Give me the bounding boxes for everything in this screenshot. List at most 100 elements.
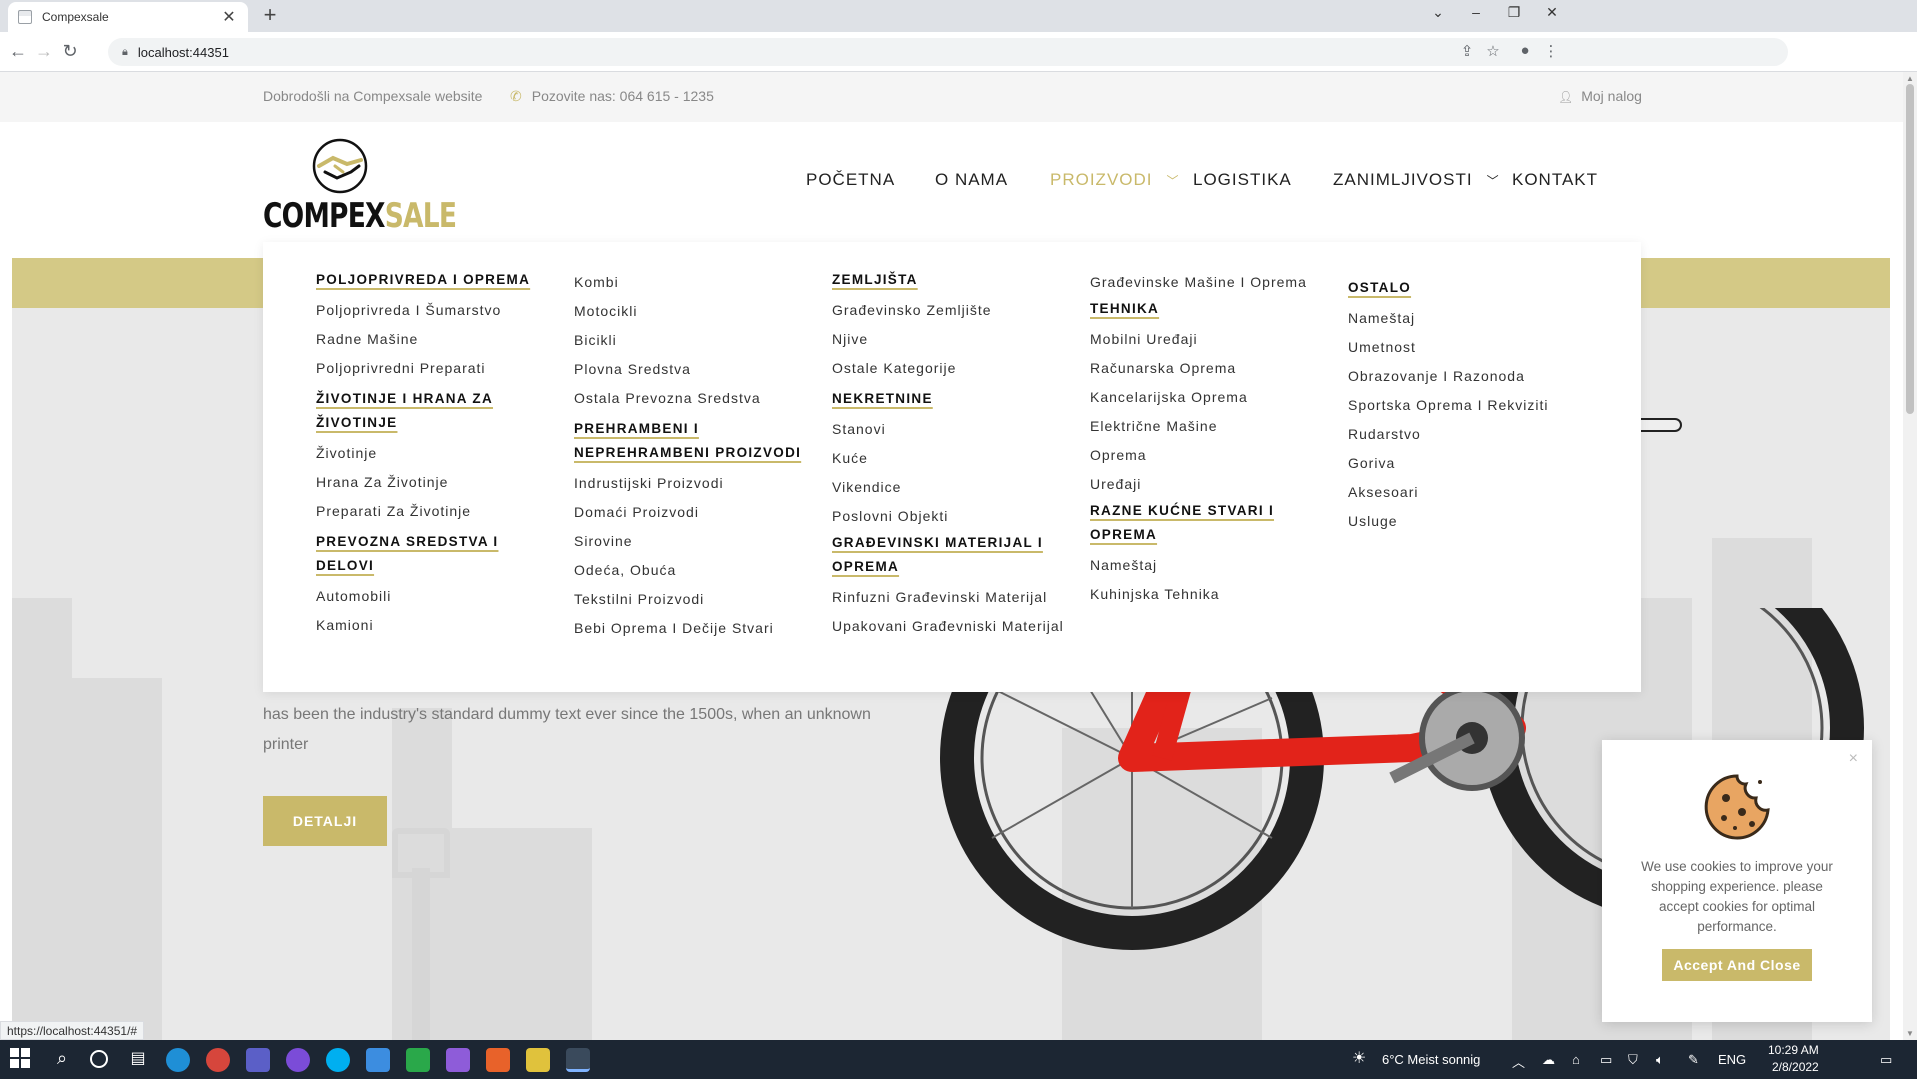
mega-link[interactable]: Obrazovanje I Razonoda — [1348, 362, 1588, 391]
tab-search-icon[interactable]: ⌄ — [1418, 4, 1458, 21]
mega-link[interactable]: Oprema — [1090, 441, 1330, 470]
mega-link[interactable]: Bebi Oprema I Dečije Stvari — [574, 614, 814, 643]
mega-link[interactable]: Preparati Za Životinje — [316, 497, 556, 526]
nav-o-nama[interactable]: O NAMA — [935, 170, 1008, 190]
task-view-icon[interactable]: ▤ — [126, 1048, 150, 1072]
sticky-notes-icon[interactable] — [526, 1048, 550, 1072]
windows-start-icon[interactable] — [10, 1048, 34, 1072]
remote-desktop-icon[interactable] — [406, 1048, 430, 1072]
mega-link[interactable]: Poslovni Objekti — [832, 502, 1072, 531]
scroll-down-icon[interactable]: ▼ — [1906, 1029, 1914, 1038]
mega-link[interactable]: Rudarstvo — [1348, 420, 1588, 449]
mega-link[interactable]: Uređaji — [1090, 470, 1330, 499]
mega-link[interactable]: Kancelarijska Oprema — [1090, 383, 1330, 412]
mega-link[interactable]: Mobilni Uređaji — [1090, 325, 1330, 354]
pen-icon[interactable]: ✎ — [1688, 1052, 1699, 1068]
mega-heading[interactable]: PREVOZNA SREDSTVA I DELOVI — [316, 530, 556, 578]
mega-link[interactable]: Plovna Sredstva — [574, 355, 814, 384]
search-icon[interactable]: ⌕ — [50, 1048, 74, 1072]
forward-arrow-icon[interactable]: → — [32, 40, 56, 62]
mega-link[interactable]: Automobili — [316, 582, 556, 611]
visual-studio-icon[interactable] — [446, 1048, 470, 1072]
notifications-icon[interactable]: ▭ — [1880, 1052, 1892, 1068]
mega-heading[interactable]: NEKRETNINE — [832, 387, 1072, 411]
account-link[interactable]: 👤︎ Moj nalog — [1558, 88, 1642, 104]
battery-icon[interactable]: ▭ — [1600, 1052, 1612, 1068]
cortana-icon[interactable] — [88, 1048, 112, 1072]
url-field[interactable]: 🔒︎ localhost:44351 — [108, 38, 1788, 66]
back-arrow-icon[interactable]: ← — [6, 40, 30, 62]
mega-heading[interactable]: ZEMLJIŠTA — [832, 268, 1072, 292]
profile-avatar-icon[interactable]: ● — [1514, 42, 1536, 59]
mega-link[interactable]: Bicikli — [574, 326, 814, 355]
close-icon[interactable]: × — [1849, 750, 1858, 768]
onedrive-icon[interactable]: ☁ — [1542, 1052, 1555, 1068]
chrome-profile-icon[interactable] — [206, 1048, 230, 1072]
mega-link[interactable]: Domaći Proizvodi — [574, 498, 814, 527]
share-icon[interactable]: ⇪ — [1456, 42, 1478, 60]
mega-link[interactable]: Poljoprivreda I Šumarstvo — [316, 296, 556, 325]
nav-kontakt[interactable]: KONTAKT — [1512, 170, 1598, 190]
mega-heading[interactable]: RAZNE KUĆNE STVARI I OPREMA — [1090, 499, 1330, 547]
mega-heading[interactable]: TEHNIKA — [1090, 297, 1330, 321]
mega-link[interactable]: Usluge — [1348, 507, 1588, 536]
mega-heading[interactable]: POLJOPRIVREDA I OPREMA — [316, 268, 556, 292]
tray-chevron-icon[interactable]: ︿ — [1512, 1052, 1525, 1071]
mega-link[interactable]: Građevinsko Zemljište — [832, 296, 1072, 325]
kebab-menu-icon[interactable]: ⋮ — [1540, 42, 1562, 60]
minimize-icon[interactable]: – — [1456, 4, 1496, 20]
mega-link[interactable]: Vikendice — [832, 473, 1072, 502]
mega-link[interactable]: Sportska Oprema I Rekviziti — [1348, 391, 1588, 420]
mail-icon[interactable] — [366, 1048, 390, 1072]
accept-cookies-button[interactable]: Accept And Close — [1662, 949, 1812, 981]
volume-icon[interactable]: 🔈︎ — [1656, 1052, 1664, 1068]
new-tab-button[interactable]: + — [258, 4, 282, 28]
mega-link[interactable]: Poljoprivredni Preparati — [316, 354, 556, 383]
mega-link[interactable]: Motocikli — [574, 297, 814, 326]
scrollbar-thumb[interactable] — [1906, 84, 1914, 414]
close-window-icon[interactable]: ✕ — [1532, 4, 1572, 21]
reload-icon[interactable]: ↻ — [58, 40, 82, 62]
mega-link[interactable]: Građevinske Mašine I Oprema — [1090, 268, 1330, 297]
mega-link[interactable]: Životinje — [316, 439, 556, 468]
nav-zanimljivosti[interactable]: ZANIMLJIVOSTI ﹀ — [1333, 170, 1500, 190]
chrome-icon[interactable] — [566, 1048, 590, 1072]
teams-icon[interactable] — [246, 1048, 270, 1072]
mega-link[interactable]: Nameštaj — [1348, 304, 1588, 333]
mega-link[interactable]: Ostale Kategorije — [832, 354, 1072, 383]
restore-icon[interactable]: ❐ — [1494, 4, 1534, 21]
mega-link[interactable]: Kombi — [574, 268, 814, 297]
mega-link[interactable]: Upakovani Građevniski Materijal — [832, 612, 1072, 641]
mega-link[interactable]: Odeća, Obuća — [574, 556, 814, 585]
mega-link[interactable]: Kuhinjska Tehnika — [1090, 580, 1330, 609]
network-icon[interactable]: ⌂ — [1572, 1052, 1580, 1067]
browser-tab[interactable]: Compexsale ✕ — [8, 2, 248, 32]
nav-proizvodi[interactable]: PROIZVODI ﹀ — [1050, 170, 1180, 190]
mega-heading[interactable]: PREHRAMBENI I NEPREHRAMBENI PROIZVODI — [574, 417, 814, 465]
mega-link[interactable]: Kuće — [832, 444, 1072, 473]
mega-link[interactable]: Sirovine — [574, 527, 814, 556]
mega-link[interactable]: Električne Mašine — [1090, 412, 1330, 441]
mega-link[interactable]: Radne Mašine — [316, 325, 556, 354]
clock-time[interactable]: 10:29 AM — [1768, 1043, 1819, 1057]
mega-link[interactable]: Aksesoari — [1348, 478, 1588, 507]
skype-icon[interactable] — [326, 1048, 350, 1072]
viber-icon[interactable] — [286, 1048, 310, 1072]
mega-link[interactable]: Ostala Prevozna Sredstva — [574, 384, 814, 413]
mega-link[interactable]: Umetnost — [1348, 333, 1588, 362]
site-logo[interactable]: COMPEXSALE — [263, 136, 457, 236]
mega-link[interactable]: Rinfuzni Građevinski Materijal — [832, 583, 1072, 612]
bookmark-star-icon[interactable]: ☆ — [1482, 42, 1504, 60]
language-indicator[interactable]: ENG — [1718, 1052, 1746, 1067]
tab-close-icon[interactable]: ✕ — [220, 7, 238, 27]
mega-link[interactable]: Kamioni — [316, 611, 556, 640]
shield-icon[interactable]: ⛉ — [1628, 1052, 1638, 1068]
mega-heading[interactable]: GRAĐEVINSKI MATERIJAL I OPREMA — [832, 531, 1072, 579]
mega-heading[interactable]: OSTALO — [1348, 276, 1588, 300]
details-button[interactable]: DETALJI — [263, 796, 387, 846]
edge-icon[interactable] — [166, 1048, 190, 1072]
mega-heading[interactable]: ŽIVOTINJE I HRANA ZA ŽIVOTINJE — [316, 387, 556, 435]
nav-pocetna[interactable]: POČETNA — [806, 170, 895, 190]
mega-link[interactable]: Goriva — [1348, 449, 1588, 478]
nav-logistika[interactable]: LOGISTIKA — [1193, 170, 1292, 190]
